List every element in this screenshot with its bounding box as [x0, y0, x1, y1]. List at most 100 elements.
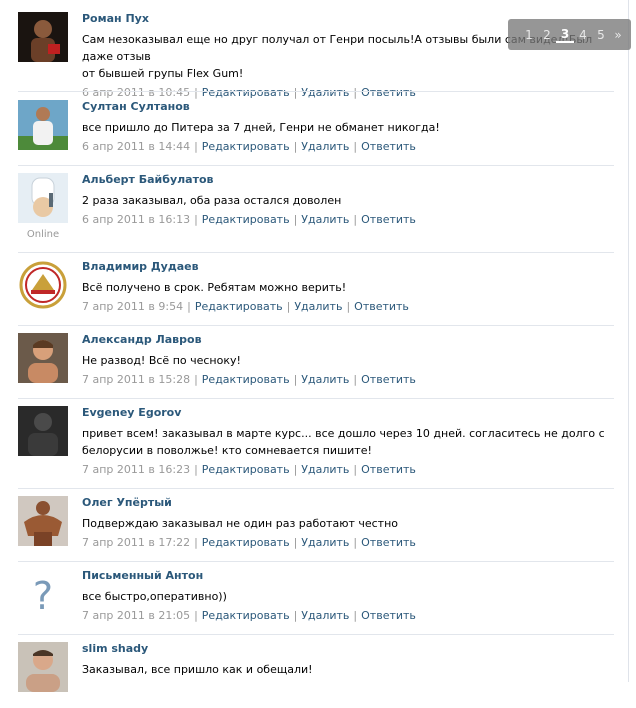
comment-meta: 7 апр 2011 в 21:05 | Редактировать | Удалить… — [82, 609, 614, 623]
page-3-current[interactable]: 3 — [556, 27, 574, 43]
divider: | — [194, 609, 198, 622]
pagination: 1 2 3 4 5 » — [508, 19, 631, 50]
divider: | — [293, 373, 298, 386]
avatar[interactable]: ? — [18, 569, 68, 619]
reply-link[interactable]: Ответить — [361, 609, 416, 622]
edit-link[interactable]: Редактировать — [202, 86, 290, 99]
divider: | — [194, 86, 198, 99]
delete-link[interactable]: Удалить — [301, 536, 349, 549]
edit-link[interactable]: Редактировать — [202, 609, 290, 622]
delete-link[interactable]: Удалить — [301, 86, 349, 99]
reply-link[interactable]: Ответить — [361, 373, 416, 386]
comment-date: 7 апр 2011 в 9:54 — [82, 300, 184, 313]
author-link[interactable]: Олег Упёртый — [82, 496, 614, 510]
divider: | — [293, 463, 298, 476]
comment-item: Александр Лавров Не развод! Всё по чеснок… — [18, 333, 614, 399]
avatar[interactable] — [18, 406, 68, 456]
comment-date: 7 апр 2011 в 17:22 — [82, 536, 191, 549]
divider: | — [194, 463, 198, 476]
comment-text: 2 раза заказывал, оба раза остался довол… — [82, 192, 614, 209]
delete-link[interactable]: Удалить — [301, 609, 349, 622]
comment-item: slim shady Заказывал, все пришло как и об… — [18, 642, 614, 708]
edit-link[interactable]: Редактировать — [202, 373, 290, 386]
reply-link[interactable]: Ответить — [361, 86, 416, 99]
comment-text: Заказывал, все пришло как и обещали! — [82, 661, 614, 678]
reply-link[interactable]: Ответить — [361, 463, 416, 476]
divider: | — [293, 609, 298, 622]
comment-text-line: белорусии в поволжье! кто сомневается пи… — [82, 444, 372, 457]
comment-body: slim shady Заказывал, все пришло как и об… — [82, 642, 614, 678]
reply-link[interactable]: Ответить — [361, 536, 416, 549]
comment-text-line: все быстро,оперативно)) — [82, 590, 227, 603]
divider: | — [194, 536, 198, 549]
delete-link[interactable]: Удалить — [301, 373, 349, 386]
avatar[interactable] — [18, 12, 68, 62]
comment-meta: 7 апр 2011 в 15:28 | Редактировать | Удалить… — [82, 373, 614, 387]
comment-body: Письменный Антон все быстро,оперативно)) 7… — [82, 569, 614, 623]
comment-separator — [18, 488, 614, 489]
comment-body: Олег Упёртый Подверждаю заказывал не один… — [82, 496, 614, 550]
delete-link[interactable]: Удалить — [301, 463, 349, 476]
comment-text-line: все пришло до Питера за 7 дней, Генри не… — [82, 121, 440, 134]
reply-link[interactable]: Ответить — [361, 140, 416, 153]
edit-link[interactable]: Редактировать — [202, 140, 290, 153]
comment-separator — [18, 634, 614, 635]
comment-text: привет всем! заказывал в марте курс... в… — [82, 425, 614, 459]
comment-date: 6 апр 2011 в 14:44 — [82, 140, 191, 153]
avatar[interactable] — [18, 100, 68, 150]
reply-link[interactable]: Ответить — [361, 213, 416, 226]
divider: | — [353, 213, 358, 226]
comment-text-line: привет всем! заказывал в марте курс... в… — [82, 427, 605, 440]
online-status: Online — [26, 229, 60, 240]
divider: | — [353, 463, 358, 476]
edit-link[interactable]: Редактировать — [202, 463, 290, 476]
divider: | — [194, 373, 198, 386]
divider: | — [293, 536, 298, 549]
delete-link[interactable]: Удалить — [301, 140, 349, 153]
comment-body: Султан Султанов все пришло до Питера за 7… — [82, 100, 614, 154]
author-link[interactable]: Письменный Антон — [82, 569, 614, 583]
author-link[interactable]: slim shady — [82, 642, 614, 656]
comment-text-line: Подверждаю заказывал не один раз работаю… — [82, 517, 399, 530]
edit-link[interactable]: Редактировать — [202, 536, 290, 549]
avatar[interactable] — [18, 260, 68, 310]
author-link[interactable]: Альберт Байбулатов — [82, 173, 614, 187]
author-link[interactable]: Владимир Дудаев — [82, 260, 614, 274]
author-link[interactable]: Evgeney Egorov — [82, 406, 614, 420]
avatar[interactable] — [18, 496, 68, 546]
avatar[interactable] — [18, 173, 68, 223]
edit-link[interactable]: Редактировать — [195, 300, 283, 313]
divider: | — [187, 300, 191, 313]
comment-meta: 7 апр 2011 в 17:22 | Редактировать | Удалить… — [82, 536, 614, 550]
author-link[interactable]: Александр Лавров — [82, 333, 614, 347]
divider: | — [353, 373, 358, 386]
divider: | — [286, 300, 291, 313]
reply-link[interactable]: Ответить — [354, 300, 409, 313]
page-1[interactable]: 1 — [520, 28, 538, 42]
avatar[interactable] — [18, 333, 68, 383]
page-4[interactable]: 4 — [574, 28, 592, 42]
comment-text-line: Не развод! Всё по чесноку! — [82, 354, 241, 367]
comment-item: Evgeney Egorov привет всем! заказывал в м… — [18, 406, 614, 489]
comment-item: Султан Султанов все пришло до Питера за 7… — [18, 100, 614, 166]
divider: | — [353, 536, 358, 549]
avatar[interactable] — [18, 642, 68, 692]
author-link[interactable]: Султан Султанов — [82, 100, 614, 114]
comment-item: Владимир Дудаев Всё получено в срок. Ребя… — [18, 260, 614, 326]
page-2[interactable]: 2 — [538, 28, 556, 42]
comment-text: Подверждаю заказывал не один раз работаю… — [82, 515, 614, 532]
svg-text:?: ? — [33, 574, 53, 618]
comment-text-line: Всё получено в срок. Ребятам можно верит… — [82, 281, 347, 294]
comment-body: Владимир Дудаев Всё получено в срок. Ребя… — [82, 260, 614, 314]
comment-body: Evgeney Egorov привет всем! заказывал в м… — [82, 406, 614, 477]
delete-link[interactable]: Удалить — [301, 213, 349, 226]
delete-link[interactable]: Удалить — [294, 300, 342, 313]
comment-text: все пришло до Питера за 7 дней, Генри не… — [82, 119, 614, 136]
divider: | — [293, 213, 298, 226]
next-page-arrow[interactable]: » — [610, 28, 626, 42]
edit-link[interactable]: Редактировать — [202, 213, 290, 226]
comment-text: все быстро,оперативно)) — [82, 588, 614, 605]
comment-separator — [18, 91, 614, 92]
comment-date: 7 апр 2011 в 15:28 — [82, 373, 191, 386]
page-5[interactable]: 5 — [592, 28, 610, 42]
